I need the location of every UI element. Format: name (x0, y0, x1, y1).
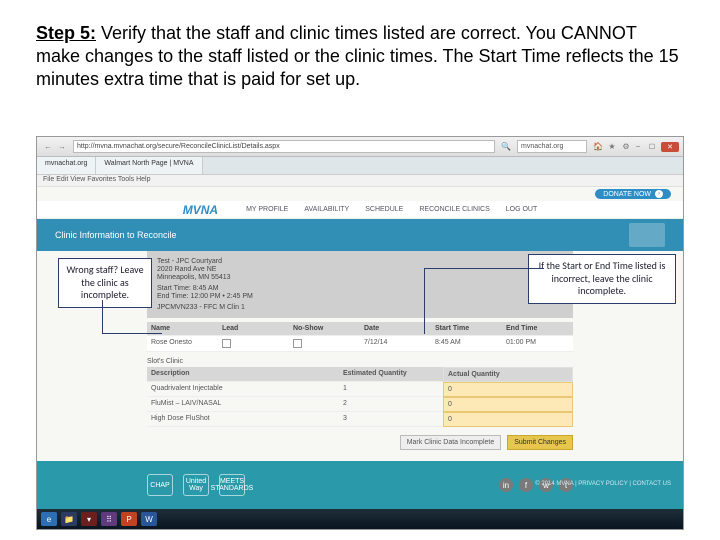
qa2[interactable]: 0 (443, 397, 573, 412)
nav-reconcile[interactable]: RECONCILE CLINICS (419, 206, 489, 213)
browser-toolbar: ← → http://mvna.mvnachat.org/secure/Reco… (37, 137, 683, 157)
star-icon[interactable]: ★ (607, 142, 617, 152)
td-lead (218, 336, 289, 352)
clinic-name: Test - JPC Courtyard (157, 258, 563, 265)
clinic-addr2: Minneapolis, MN 55413 (157, 274, 563, 281)
recorder-icon[interactable]: ▾ (81, 512, 97, 526)
noshow-checkbox[interactable] (293, 339, 302, 348)
maximize-button[interactable]: ☐ (647, 142, 657, 152)
qty-row-3: High Dose FluShot 3 0 (147, 412, 573, 427)
td-end: 01:00 PM (502, 336, 573, 352)
callout-time-incorrect: If the Start or End Time listed is incor… (528, 254, 676, 304)
nav-profile[interactable]: MY PROFILE (246, 206, 288, 213)
hero-thumb (629, 223, 665, 247)
donate-button[interactable]: DONATE NOW › (595, 189, 671, 199)
nav-availability[interactable]: AVAILABILITY (304, 206, 349, 213)
submit-button[interactable]: Submit Changes (507, 435, 573, 450)
hero-bar: Clinic Information to Reconcile (37, 219, 683, 251)
staff-header: Name Lead No-Show Date Start Time End Ti… (147, 322, 573, 336)
powerpoint-icon[interactable]: P (121, 512, 137, 526)
qty-row-1: Quadrivalent Injectable 1 0 (147, 382, 573, 397)
staff-table: Name Lead No-Show Date Start Time End Ti… (147, 322, 573, 352)
th-start: Start Time (431, 322, 502, 336)
qd3: High Dose FluShot (147, 412, 339, 427)
site-nav: MVNA MY PROFILE AVAILABILITY SCHEDULE RE… (37, 201, 683, 219)
th-end: End Time (502, 322, 573, 336)
hero-title: Clinic Information to Reconcile (55, 230, 177, 240)
linkedin-icon[interactable]: in (499, 478, 513, 492)
qd2: FluMist – LAIV/NASAL (147, 397, 339, 412)
search-provider[interactable]: mvnachat.org (517, 140, 587, 153)
clinic-code: JPCMVN233 - FFC M Clin 1 (157, 304, 563, 311)
logo-chap: CHAP (147, 474, 173, 496)
callout-left-connector (102, 300, 162, 334)
donate-arrow-icon: › (655, 190, 663, 198)
site-footer: CHAP United Way MEETS STANDARDS in f w t… (37, 461, 683, 509)
qa1[interactable]: 0 (443, 382, 573, 397)
qe3: 3 (339, 412, 443, 427)
facebook-icon[interactable]: f (519, 478, 533, 492)
browser-menu[interactable]: File Edit View Favorites Tools Help (37, 175, 683, 187)
staff-row: Rose Onesto 7/12/14 8:45 AM 01:00 PM (147, 336, 573, 352)
search-icon: 🔍 (501, 142, 511, 152)
tab-2[interactable]: Walmart North Page | MVNA (96, 157, 202, 174)
address-bar[interactable]: http://mvna.mvnachat.org/secure/Reconcil… (73, 140, 495, 153)
logo-standards: MEETS STANDARDS (219, 474, 245, 496)
tab-1[interactable]: mvnachat.org (37, 157, 96, 174)
callout-right-connector-v (424, 268, 425, 334)
qh-est: Estimated Quantity (339, 367, 443, 382)
ie-icon[interactable]: e (41, 512, 57, 526)
donate-label: DONATE NOW (603, 191, 651, 198)
qd1: Quadrivalent Injectable (147, 382, 339, 397)
logo-unitedway: United Way (183, 474, 209, 496)
word-icon[interactable]: W (141, 512, 157, 526)
step-body: Verify that the staff and clinic times l… (36, 23, 679, 89)
close-button[interactable]: ✕ (661, 142, 679, 152)
qty-table: Description Estimated Quantity Actual Qu… (147, 367, 573, 427)
clinic-start: Start Time: 8:45 AM (157, 285, 563, 292)
form-buttons: Mark Clinic Data Incomplete Submit Chang… (147, 435, 573, 450)
footer-legal: © 2014 MVNA | PRIVACY POLICY | CONTACT U… (535, 481, 671, 487)
grid-icon[interactable]: ⠿ (101, 512, 117, 526)
lead-checkbox[interactable] (222, 339, 231, 348)
window-controls: – ☐ ✕ (633, 142, 679, 152)
browser-tabs: mvnachat.org Walmart North Page | MVNA (37, 157, 683, 175)
footer-logos: CHAP United Way MEETS STANDARDS (147, 474, 245, 496)
td-date: 7/12/14 (360, 336, 431, 352)
qh-act: Actual Quantity (443, 367, 573, 382)
explorer-icon[interactable]: 📁 (61, 512, 77, 526)
qty-row-2: FluMist – LAIV/NASAL 2 0 (147, 397, 573, 412)
td-start: 8:45 AM (431, 336, 502, 352)
td-noshow (289, 336, 360, 352)
callout-right-connector-h (424, 268, 544, 269)
th-lead: Lead (218, 322, 289, 336)
section-label: Slot's Clinic (147, 358, 573, 365)
brand-logo[interactable]: MVNA (183, 203, 218, 217)
clinic-info: Test - JPC Courtyard 2020 Rand Ave NE Mi… (147, 251, 573, 318)
windows-taskbar: e 📁 ▾ ⠿ P W (37, 509, 683, 529)
back-icon[interactable]: ← (43, 142, 53, 152)
step-lead: Step 5: (36, 23, 96, 43)
qe1: 1 (339, 382, 443, 397)
minimize-button[interactable]: – (633, 142, 643, 152)
qa3[interactable]: 0 (443, 412, 573, 427)
clinic-end: End Time: 12:00 PM • 2:45 PM (157, 293, 563, 300)
th-date: Date (360, 322, 431, 336)
forward-icon[interactable]: → (57, 142, 67, 152)
qh-desc: Description (147, 367, 339, 382)
qty-header: Description Estimated Quantity Actual Qu… (147, 367, 573, 382)
gear-icon[interactable]: ⚙ (621, 142, 631, 152)
th-noshow: No-Show (289, 322, 360, 336)
qe2: 2 (339, 397, 443, 412)
mark-incomplete-button[interactable]: Mark Clinic Data Incomplete (400, 435, 502, 450)
nav-schedule[interactable]: SCHEDULE (365, 206, 403, 213)
nav-logout[interactable]: LOG OUT (506, 206, 538, 213)
td-name: Rose Onesto (147, 336, 218, 352)
home-icon[interactable]: 🏠 (593, 142, 603, 152)
step-instruction: Step 5: Verify that the staff and clinic… (0, 0, 720, 97)
